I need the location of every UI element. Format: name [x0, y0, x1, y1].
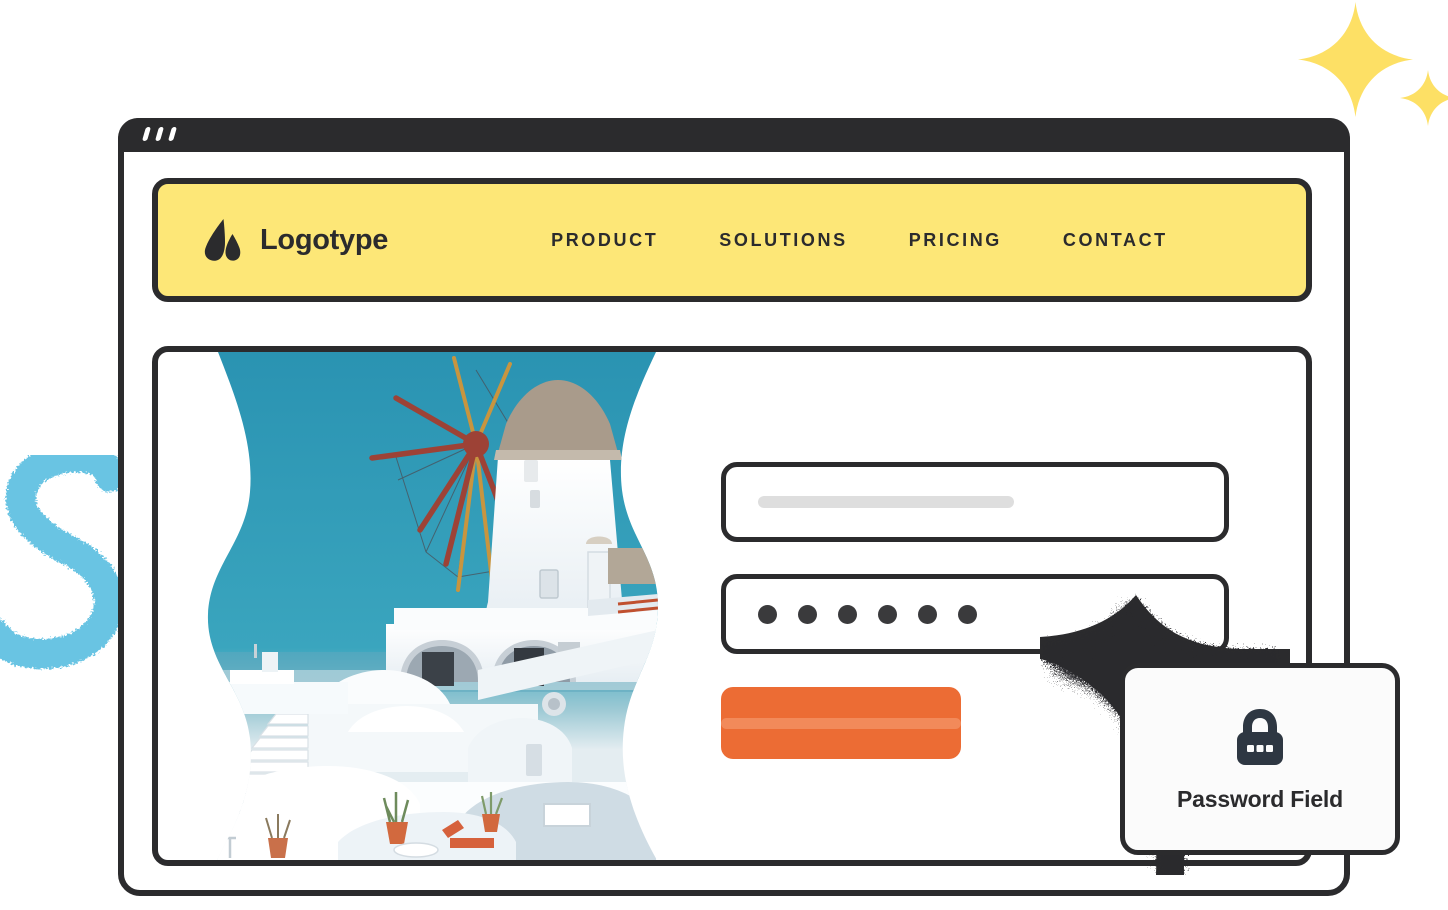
submit-label-bar	[721, 717, 961, 729]
callout-label: Password Field	[1177, 786, 1343, 812]
password-masked-value	[758, 604, 977, 624]
screenshot-canvas: Logotype PRODUCT SOLUTIONS PRICING CONTA…	[0, 0, 1448, 910]
hero-image	[158, 352, 658, 860]
brand[interactable]: Logotype	[202, 218, 388, 262]
password-input[interactable]	[721, 574, 1229, 654]
password-dot	[918, 604, 937, 624]
password-field-callout: Password Field	[1120, 663, 1400, 855]
password-dot	[798, 604, 817, 624]
sparkle-small-icon	[1400, 70, 1448, 126]
nav-link-solutions[interactable]: SOLUTIONS	[719, 230, 847, 251]
nav-link-product[interactable]: PRODUCT	[551, 230, 658, 251]
password-dot	[958, 604, 977, 624]
window-controls[interactable]	[141, 127, 178, 141]
window-control-dot-1[interactable]	[141, 127, 152, 141]
window-control-dot-2[interactable]	[154, 127, 165, 141]
blue-squiggle-decoration	[0, 442, 127, 710]
nav-link-contact[interactable]: CONTACT	[1063, 230, 1168, 251]
nav-links: PRODUCT SOLUTIONS PRICING CONTACT	[551, 230, 1168, 251]
padlock-icon	[1231, 705, 1289, 772]
username-placeholder-bar	[758, 496, 1014, 508]
brand-name: Logotype	[260, 223, 389, 256]
browser-titlebar	[118, 118, 1350, 152]
window-control-dot-3[interactable]	[167, 127, 178, 141]
triangle-leaf-logo-icon	[202, 218, 244, 262]
site-navbar: Logotype PRODUCT SOLUTIONS PRICING CONTA…	[152, 178, 1312, 302]
username-input[interactable]	[721, 462, 1229, 542]
password-dot	[758, 604, 777, 624]
password-dot	[838, 604, 857, 624]
sparkle-large-icon	[1298, 2, 1413, 117]
submit-button[interactable]	[721, 687, 961, 759]
nav-link-pricing[interactable]: PRICING	[909, 230, 1002, 251]
password-dot	[878, 604, 897, 624]
